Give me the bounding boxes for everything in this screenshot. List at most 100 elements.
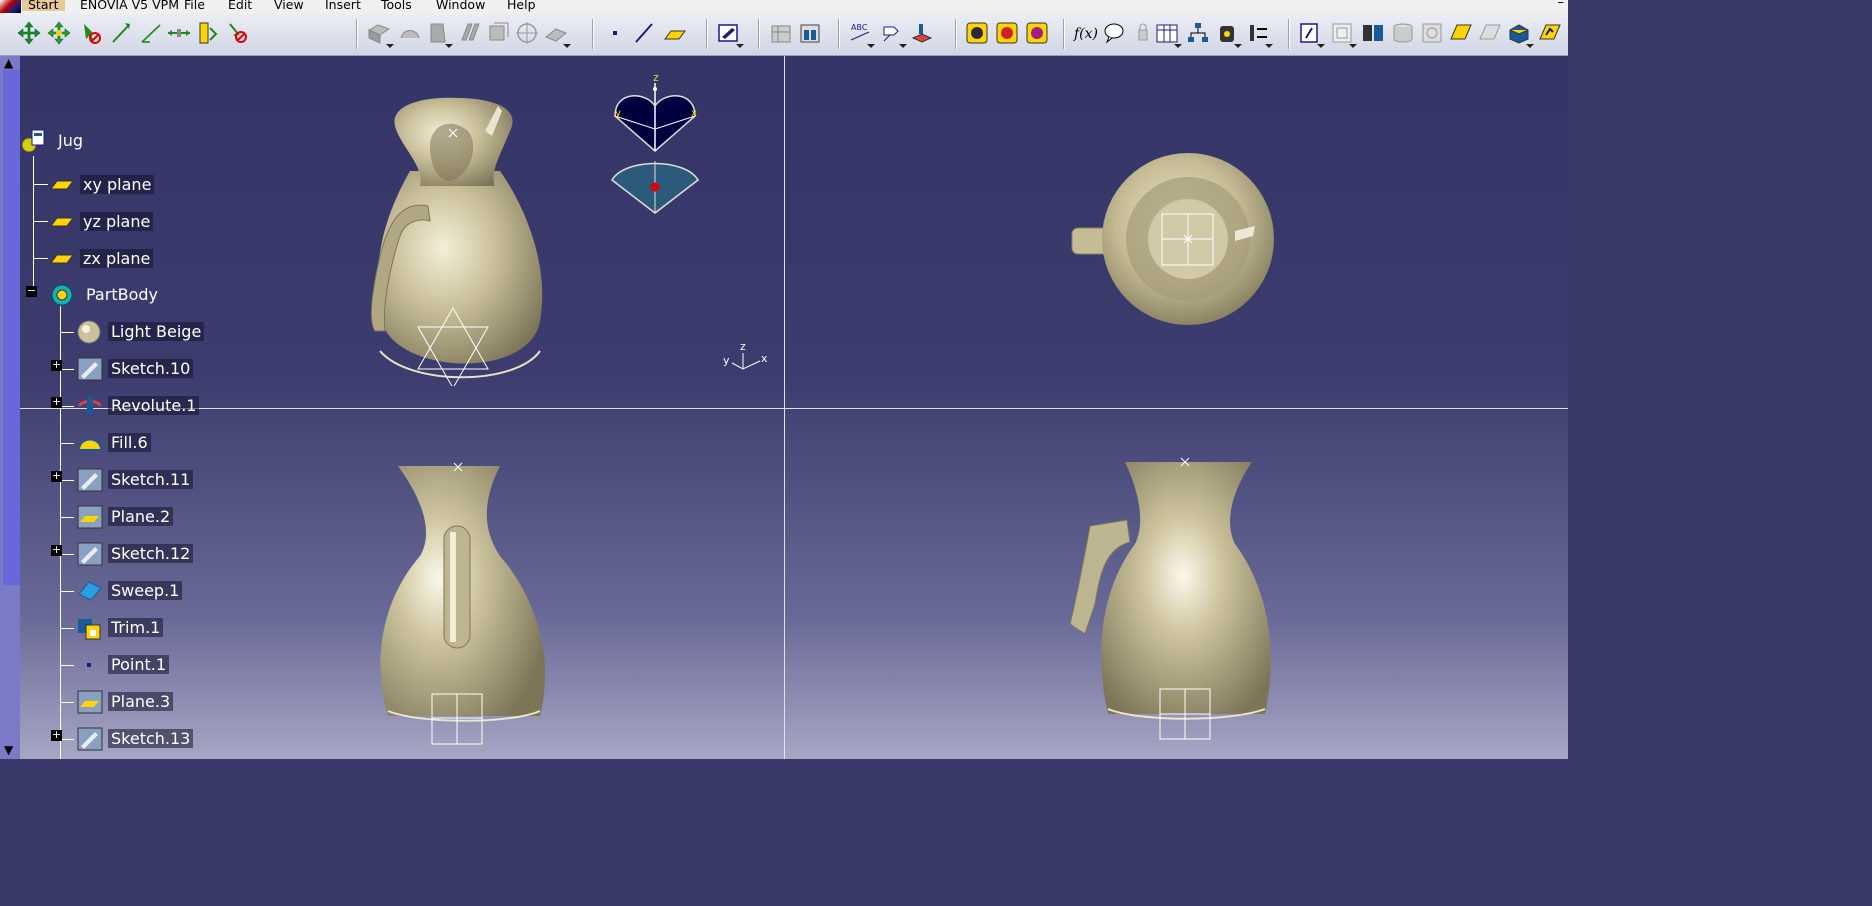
revolve-surface-icon[interactable]	[397, 20, 423, 46]
shading-icon[interactable]	[1448, 20, 1474, 46]
revolute-icon	[78, 397, 102, 415]
design-table-icon[interactable]	[1154, 20, 1182, 48]
sweep-surface-icon[interactable]	[486, 20, 512, 46]
stop-manipulate-icon[interactable]	[194, 20, 220, 46]
view-mode-icon[interactable]	[1419, 20, 1445, 46]
extrude-surface-icon[interactable]	[366, 20, 394, 48]
menu-insert[interactable]: Insert	[325, 0, 361, 11]
specification-tree: Jug xy plane yz plane zx plane − PartBod…	[0, 56, 300, 759]
menu-edit[interactable]: Edit	[228, 0, 252, 11]
shading-edges-icon[interactable]	[1477, 20, 1503, 46]
tree-label-yz-plane: yz plane	[80, 212, 154, 231]
menu-window[interactable]: Window	[436, 0, 485, 11]
collapse-partbody-button[interactable]: −	[26, 285, 37, 297]
expand-sketch-13-button[interactable]: +	[51, 729, 62, 741]
menu-tools[interactable]: Tools	[381, 0, 412, 11]
tree-label-item: Trim.1	[108, 618, 164, 637]
no-move-icon[interactable]	[78, 20, 104, 46]
line-icon[interactable]	[631, 20, 657, 46]
apply-material-icon[interactable]	[994, 20, 1020, 46]
sketch-icon	[77, 357, 103, 381]
normal-view-icon[interactable]	[1329, 20, 1357, 48]
side-view[interactable]	[1060, 454, 1290, 754]
swap-visible-space-icon[interactable]	[1537, 20, 1563, 46]
menu-file[interactable]: File	[184, 0, 205, 11]
plane-icon[interactable]	[661, 20, 687, 46]
3d-viewport[interactable]: ▲ ▼ z y x z y x Jug xy plane yz plane zx…	[0, 56, 1568, 759]
compass-z-label: z	[653, 71, 659, 84]
snap-icon[interactable]	[108, 20, 134, 46]
compass-y-label: y	[615, 108, 621, 119]
tree-label-item: Sketch.12	[108, 544, 194, 563]
offset-surface-icon[interactable]	[457, 20, 483, 46]
analysis-table-icon[interactable]	[768, 20, 794, 46]
menu-start[interactable]: Start	[22, 0, 65, 11]
menu-enovia[interactable]: ENOVIA V5 VPM	[80, 0, 179, 11]
partbody-gear-icon	[51, 284, 73, 306]
svg-text:f(x): f(x)	[1073, 26, 1098, 42]
tree-label-zx-plane: zx plane	[80, 249, 154, 268]
multi-view-icon[interactable]	[1360, 20, 1386, 46]
plane-feature-icon	[77, 690, 103, 714]
expand-sketch-10-button[interactable]: +	[51, 359, 62, 371]
flag-note-icon[interactable]	[879, 20, 907, 48]
explode-icon[interactable]	[166, 20, 192, 46]
hide-show-icon[interactable]	[1506, 20, 1534, 48]
pan-icon[interactable]	[16, 20, 42, 46]
plane-feature-icon	[77, 505, 103, 529]
axis-x-label: x	[761, 352, 768, 365]
fix-together-icon[interactable]	[138, 20, 164, 46]
clash-icon[interactable]	[224, 20, 250, 46]
menu-bar: Start ENOVIA V5 VPM File Edit View Inser…	[0, 0, 1568, 13]
formula-icon[interactable]: f(x)	[1072, 20, 1098, 46]
trim-icon	[78, 619, 101, 640]
compass-origin-dot	[650, 182, 660, 192]
plane-icon	[50, 217, 74, 227]
material-sphere-icon	[77, 320, 101, 344]
point-icon	[87, 663, 91, 667]
expand-revolute-1-button[interactable]: +	[51, 396, 62, 408]
publication-icon[interactable]	[1214, 20, 1242, 48]
fit-all-icon[interactable]	[1297, 20, 1325, 48]
point-icon[interactable]	[602, 20, 628, 46]
compass[interactable]: z y x	[605, 71, 705, 216]
rotate-move-icon[interactable]	[46, 20, 72, 46]
menu-view[interactable]: View	[274, 0, 304, 11]
plane-icon	[50, 254, 74, 264]
back-view[interactable]	[360, 456, 560, 756]
scene-icon[interactable]	[1024, 20, 1050, 46]
tree-label-item: Point.1	[108, 655, 169, 674]
sketch-icon	[77, 468, 103, 492]
tree-label-item: Sketch.10	[108, 359, 194, 378]
instantiate-icon[interactable]	[1245, 20, 1273, 48]
tree-label-item: Plane.2	[108, 507, 174, 526]
fill-icon	[77, 438, 103, 451]
lock-icon[interactable]	[1130, 20, 1156, 46]
text-with-leader-icon[interactable]: ABC	[847, 20, 875, 48]
sphere-surface-icon[interactable]	[425, 20, 453, 48]
minimize-button[interactable]: –	[1558, 0, 1565, 9]
cylinder-view-icon[interactable]	[1390, 20, 1416, 46]
jug-body	[377, 171, 543, 364]
top-view[interactable]	[1065, 151, 1280, 331]
render-icon[interactable]	[964, 20, 990, 46]
axis-triad: z y x	[723, 341, 768, 370]
menu-help[interactable]: Help	[507, 0, 536, 11]
measure-between-icon[interactable]	[797, 20, 823, 46]
multi-section-surface-icon[interactable]	[543, 20, 571, 48]
expand-sketch-11-button[interactable]: +	[51, 470, 62, 482]
tree-label-partbody: PartBody	[86, 285, 158, 304]
tree-label-item: Sketch.11	[108, 470, 194, 489]
parameter-tree-icon[interactable]	[1185, 20, 1211, 46]
catia-logo-icon[interactable]	[0, 0, 21, 13]
3d-annotation-icon[interactable]	[909, 20, 935, 46]
knowledge-advisor-icon[interactable]	[1101, 20, 1127, 46]
sketcher-icon[interactable]	[716, 20, 744, 48]
expand-sketch-12-button[interactable]: +	[51, 544, 62, 556]
toolbar-separator	[955, 19, 957, 49]
sketch-icon	[77, 727, 103, 751]
tree-label-item: Fill.6	[108, 433, 151, 452]
isometric-view[interactable]	[350, 86, 570, 386]
sketch-icon	[77, 542, 103, 566]
fill-surface-icon[interactable]	[514, 20, 540, 46]
